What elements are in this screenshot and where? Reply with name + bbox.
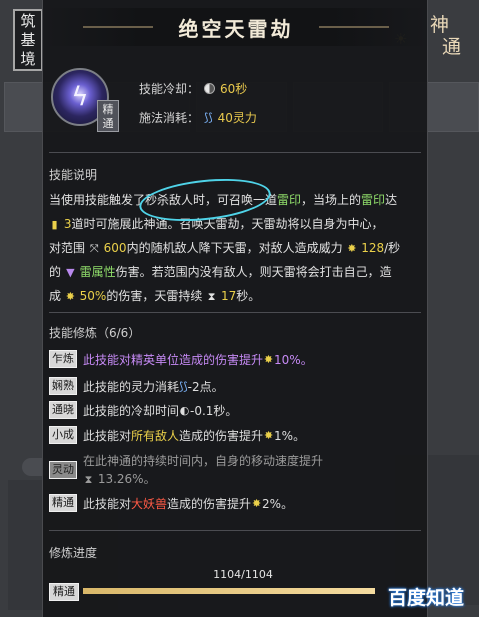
mod-value: 10%。 xyxy=(274,352,313,367)
mod-value-line: ⧗ 13.26%。 xyxy=(83,470,323,489)
cost-value: 40灵力 xyxy=(217,111,257,125)
mod-text: 造成的伤害提升 xyxy=(167,496,252,511)
mod-text-block: 在此神通的持续时间内，自身的移动速度提升 ⧗ 13.26%。 xyxy=(83,452,323,489)
seal-icon: ▮ xyxy=(51,218,58,231)
mod-text: 此技能的冷却时间 xyxy=(83,403,180,418)
mod-badge: 乍炼 xyxy=(49,350,77,368)
title-decoration xyxy=(319,26,389,28)
mod-row: 小成 此技能对 所有敌人 造成的伤害提升 ✸ 1%。 xyxy=(49,424,305,446)
mod-value: 13.26%。 xyxy=(97,472,156,486)
skill-grade-badge: 精通 xyxy=(97,100,119,132)
mod-text: 此技能对精英单位造成的伤害提升 xyxy=(83,352,264,367)
power-icon: ✸ xyxy=(263,352,274,366)
mod-text: 此技能的灵力消耗 xyxy=(83,379,180,394)
desc-text: 伤害。若范围内没有敌人，则天雷将会打击自己，造 xyxy=(115,265,392,279)
realm-char: 境 xyxy=(20,49,36,68)
mod-row: 通晓 此技能的冷却时间 ◐ -0.1秒。 xyxy=(49,399,237,421)
mod-text: 在此神通的持续时间内，自身的移动速度提升 xyxy=(83,454,324,468)
progress-value: 1104/1104 xyxy=(213,568,273,581)
desc-text: 成 xyxy=(49,289,65,303)
mod-highlight: 所有敌人 xyxy=(131,428,180,443)
cost-label: 施法消耗： xyxy=(139,111,200,125)
self-damage-value: 50% xyxy=(79,289,107,303)
divine-glyph: 通 xyxy=(442,36,462,58)
duration-value: 17 xyxy=(220,289,237,303)
mod-value: -0.1秒。 xyxy=(190,403,238,418)
mod-badge: 娴熟 xyxy=(49,377,77,395)
title-bar: 绝空天雷劫 xyxy=(43,8,429,46)
skill-detail-panel: 绝空天雷劫 ϟ 精通 技能冷却： 60秒 施法消耗： ⟆⟆ 40灵力 技能说明 … xyxy=(42,0,429,617)
mod-badge: 精通 xyxy=(49,494,77,512)
title-decoration xyxy=(83,26,153,28)
skill-title: 绝空天雷劫 xyxy=(178,16,294,41)
divider xyxy=(49,530,421,531)
description-line: 成 ✸ 50%的伤害，天雷持续 ⧗ 17秒。 xyxy=(49,284,421,308)
cooldown-icon: ◐ xyxy=(179,403,190,417)
desc-text: ，当场上的 xyxy=(301,193,362,207)
power-icon: ✸ xyxy=(347,242,357,255)
description-line: 对范围 ⤧ 600内的随机敌人降下天雷，对敌人造成威力 ✸ 128/秒 xyxy=(49,236,421,260)
cooldown-value: 60秒 xyxy=(220,82,248,96)
cooldown-icon xyxy=(204,83,216,94)
desc-text: 达 xyxy=(385,193,398,207)
power-icon: ✸ xyxy=(251,496,262,510)
description-line: ▮ 3道时可施展此神通。召唤天雷劫，天雷劫将以自身为中心， xyxy=(49,212,421,236)
duration-icon: ⧗ xyxy=(84,473,93,486)
thunder-element-term: 雷属性 xyxy=(79,265,116,279)
mod-text: 此技能对 xyxy=(83,428,132,443)
mod-highlight: 大妖兽 xyxy=(131,496,168,511)
mod-row: 精通 此技能对 大妖兽 造成的伤害提升 ✸ 2%。 xyxy=(49,492,293,514)
realm-char: 筑 xyxy=(20,11,36,30)
element-icon: ▼ xyxy=(66,266,75,279)
mod-value: 1%。 xyxy=(274,428,306,443)
mods-title: 技能修炼（6/6） xyxy=(49,326,141,340)
duration-icon: ⧗ xyxy=(207,290,216,303)
desc-text: 的伤害，天雷持续 xyxy=(106,289,207,303)
mod-badge: 灵动 xyxy=(49,461,77,479)
mod-badge: 小成 xyxy=(49,426,77,444)
mod-row: 灵动 在此神通的持续时间内，自身的移动速度提升 ⧗ 13.26%。 xyxy=(49,452,323,492)
realm-char: 基 xyxy=(20,30,36,49)
progress-title: 修炼进度 xyxy=(49,546,98,560)
desc-text: 对范围 xyxy=(49,241,89,255)
mod-value: -2点。 xyxy=(187,379,224,394)
divider xyxy=(49,152,421,153)
mod-value: 2%。 xyxy=(262,496,294,511)
watermark: 百度知道 xyxy=(388,587,465,609)
realm-tag: 筑 基 境 xyxy=(13,9,43,71)
power-icon: ✸ xyxy=(65,290,75,303)
lightning-icon: ϟ xyxy=(71,82,89,112)
cooldown-label: 技能冷却： xyxy=(139,82,200,96)
thunder-seal-term: 雷印 xyxy=(361,193,386,207)
progress-bar xyxy=(83,588,375,594)
progress-badge: 精通 xyxy=(49,583,79,601)
spirit-power-icon: ⟆⟆ xyxy=(204,111,213,124)
description-line: 的 ▼ 雷属性伤害。若范围内没有敌人，则天雷将会打击自己，造 xyxy=(49,260,421,284)
mod-badge: 通晓 xyxy=(49,401,77,419)
mod-row: 乍炼 此技能对精英单位造成的伤害提升 ✸ 10%。 xyxy=(49,348,313,370)
range-icon: ⤧ xyxy=(89,242,99,255)
desc-text: 内的随机敌人降下天雷，对敌人造成威力 xyxy=(126,241,347,255)
divider xyxy=(49,312,421,313)
description-title: 技能说明 xyxy=(49,168,98,182)
power-value: 128 xyxy=(361,241,385,255)
mod-text: 造成的伤害提升 xyxy=(179,428,264,443)
range-value: 600 xyxy=(103,241,127,255)
desc-text: /秒 xyxy=(384,241,401,255)
desc-text: 的 xyxy=(49,265,65,279)
divine-glyph: 神 xyxy=(430,14,450,36)
desc-text: 道时可施展此神通。召唤天雷劫，天雷劫将以自身为中心， xyxy=(71,217,384,231)
mod-row: 娴熟 此技能的灵力消耗 ⟆⟆ -2点。 xyxy=(49,375,224,397)
mod-text: 此技能对 xyxy=(83,496,132,511)
cost-row: 施法消耗： ⟆⟆ 40灵力 xyxy=(139,109,257,126)
cooldown-row: 技能冷却： 60秒 xyxy=(139,80,247,97)
power-icon: ✸ xyxy=(263,428,274,442)
desc-text: 秒。 xyxy=(236,289,261,303)
spirit-power-icon: ⟆⟆ xyxy=(179,379,188,393)
progress-bar-fill xyxy=(83,588,375,594)
thunder-seal-term: 雷印 xyxy=(277,193,302,207)
